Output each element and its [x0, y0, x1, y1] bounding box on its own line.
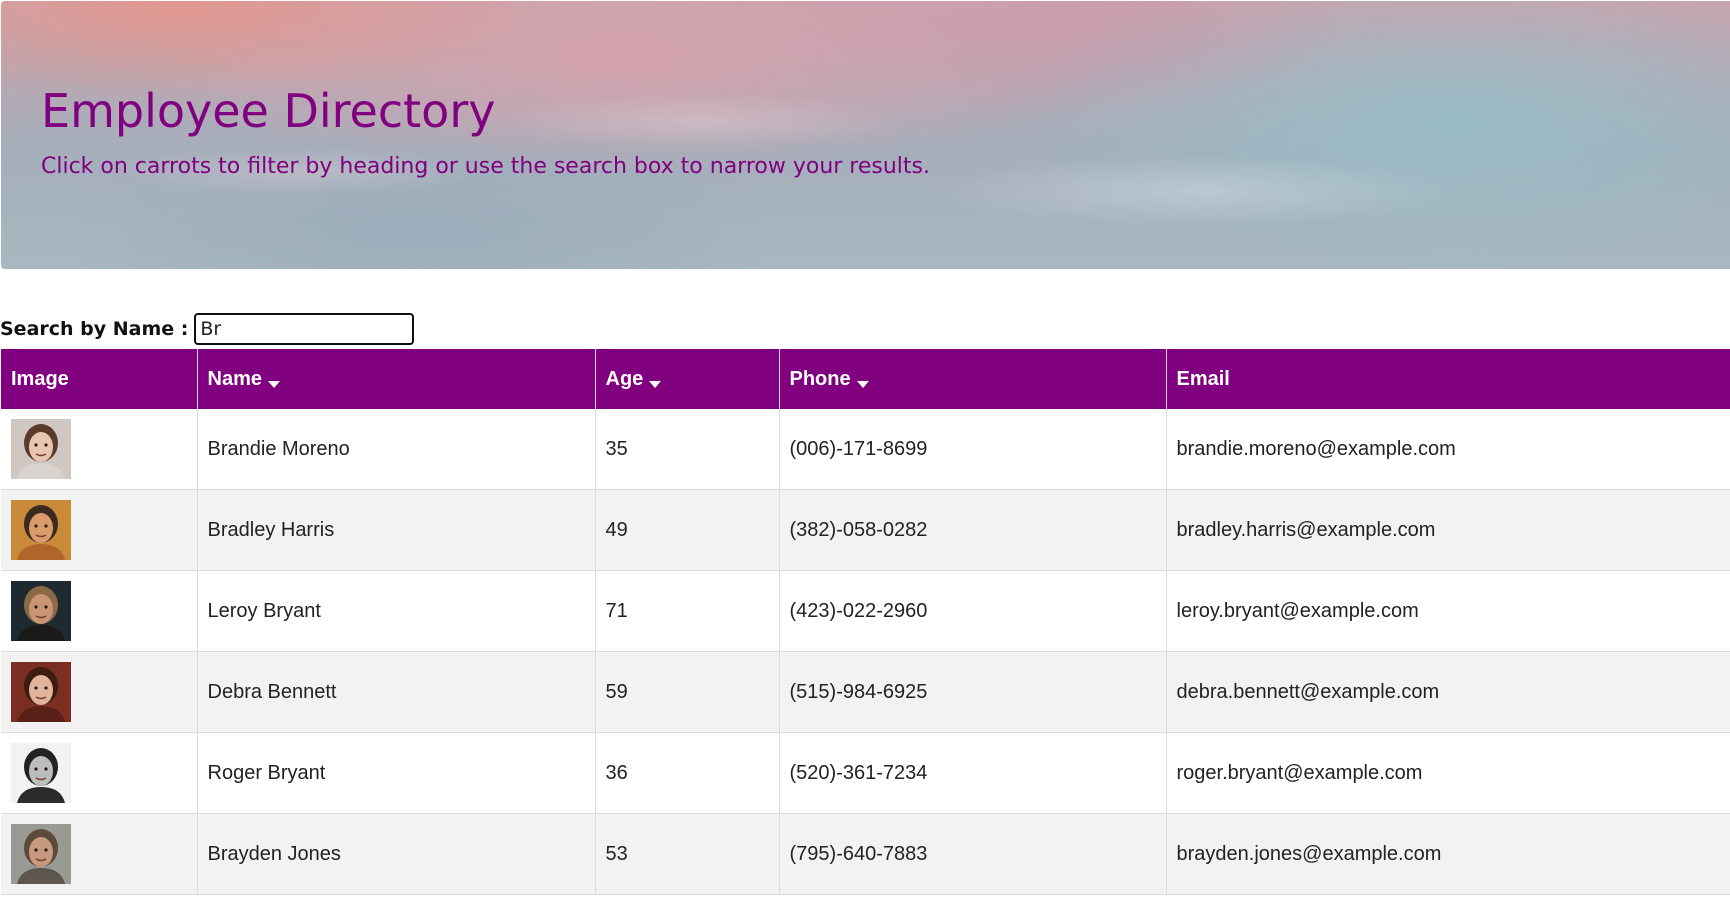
- column-header-label: Image: [11, 367, 69, 390]
- phone-cell: (795)-640-7883: [779, 813, 1167, 895]
- page-subtitle: Click on carrots to filter by heading or…: [41, 154, 931, 179]
- image-cell: [1, 409, 198, 490]
- avatar: [11, 743, 71, 803]
- age-cell: 49: [595, 489, 780, 571]
- header-banner: Employee Directory Click on carrots to f…: [1, 1, 1730, 269]
- search-label: Search by Name :: [0, 318, 189, 340]
- table-row: Roger Bryant 36 (520)-361-7234 roger.bry…: [1, 732, 1730, 814]
- image-cell: [1, 813, 198, 895]
- age-cell: 53: [595, 813, 780, 895]
- name-cell: Bradley Harris: [197, 489, 596, 571]
- avatar-portrait-icon: [11, 743, 71, 803]
- avatar-portrait-icon: [11, 500, 71, 560]
- employee-table: Image Name Age Phone Email Brandie Moren…: [1, 349, 1730, 895]
- avatar: [11, 500, 71, 560]
- email-cell: brayden.jones@example.com: [1166, 813, 1730, 895]
- email-cell: brandie.moreno@example.com: [1166, 409, 1730, 490]
- phone-cell: (423)-022-2960: [779, 570, 1167, 652]
- avatar: [11, 581, 71, 641]
- column-header-phone[interactable]: Phone: [779, 349, 1167, 409]
- column-header-name[interactable]: Name: [197, 349, 596, 409]
- phone-cell: (515)-984-6925: [779, 651, 1167, 733]
- email-cell: debra.bennett@example.com: [1166, 651, 1730, 733]
- sort-caret-icon[interactable]: [649, 380, 662, 388]
- avatar-portrait-icon: [11, 824, 71, 884]
- age-cell: 71: [595, 570, 780, 652]
- image-cell: [1, 570, 198, 652]
- age-cell: 36: [595, 732, 780, 814]
- avatar: [11, 824, 71, 884]
- image-cell: [1, 489, 198, 571]
- avatar-portrait-icon: [11, 419, 71, 479]
- table-row: Brayden Jones 53 (795)-640-7883 brayden.…: [1, 813, 1730, 895]
- table-body: Brandie Moreno 35 (006)-171-8699 brandie…: [1, 409, 1730, 895]
- table-row: Leroy Bryant 71 (423)-022-2960 leroy.bry…: [1, 570, 1730, 652]
- age-cell: 59: [595, 651, 780, 733]
- email-cell: roger.bryant@example.com: [1166, 732, 1730, 814]
- phone-cell: (006)-171-8699: [779, 409, 1167, 490]
- table-header-row: Image Name Age Phone Email: [1, 349, 1730, 409]
- name-cell: Roger Bryant: [197, 732, 596, 814]
- page-title: Employee Directory: [41, 84, 496, 138]
- column-header-label: Phone: [789, 367, 851, 390]
- name-cell: Brayden Jones: [197, 813, 596, 895]
- column-header-label: Name: [207, 367, 262, 390]
- avatar: [11, 419, 71, 479]
- column-header-label: Age: [605, 367, 644, 390]
- column-header-image: Image: [1, 349, 198, 409]
- column-header-email: Email: [1166, 349, 1730, 409]
- email-cell: leroy.bryant@example.com: [1166, 570, 1730, 652]
- image-cell: [1, 651, 198, 733]
- phone-cell: (520)-361-7234: [779, 732, 1167, 814]
- table-row: Brandie Moreno 35 (006)-171-8699 brandie…: [1, 409, 1730, 490]
- page: Employee Directory Click on carrots to f…: [0, 0, 1730, 902]
- column-header-age[interactable]: Age: [595, 349, 780, 409]
- email-cell: bradley.harris@example.com: [1166, 489, 1730, 571]
- phone-cell: (382)-058-0282: [779, 489, 1167, 571]
- avatar: [11, 662, 71, 722]
- age-cell: 35: [595, 409, 780, 490]
- sort-caret-icon[interactable]: [267, 380, 280, 388]
- search-bar: Search by Name :: [0, 310, 415, 348]
- table-row: Bradley Harris 49 (382)-058-0282 bradley…: [1, 489, 1730, 571]
- avatar-portrait-icon: [11, 581, 71, 641]
- avatar-portrait-icon: [11, 662, 71, 722]
- column-header-label: Email: [1176, 367, 1230, 390]
- name-cell: Leroy Bryant: [197, 570, 596, 652]
- name-cell: Debra Bennett: [197, 651, 596, 733]
- name-cell: Brandie Moreno: [197, 409, 596, 490]
- sort-caret-icon[interactable]: [856, 380, 869, 388]
- search-input[interactable]: [194, 313, 415, 345]
- image-cell: [1, 732, 198, 814]
- table-row: Debra Bennett 59 (515)-984-6925 debra.be…: [1, 651, 1730, 733]
